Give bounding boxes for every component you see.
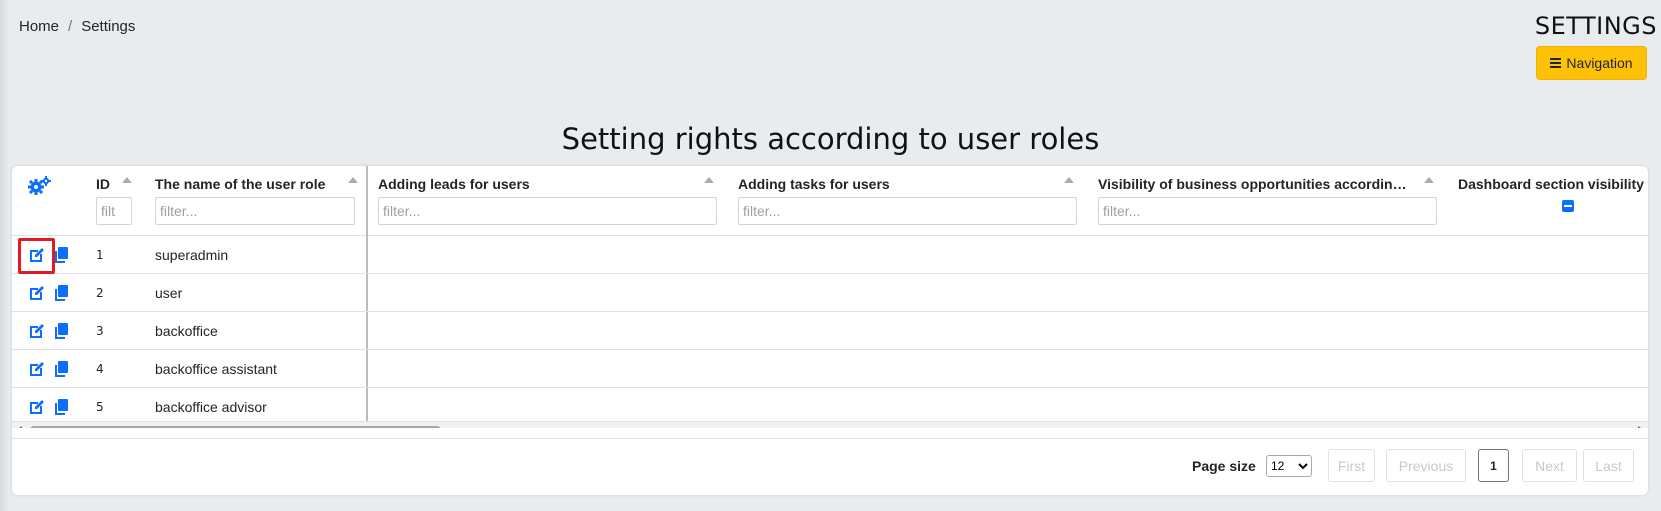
column-dashboard-visibility-title[interactable]: Dashboard section visibility — [1458, 176, 1648, 192]
column-adding-tasks: Adding tasks for users — [738, 166, 1078, 236]
column-role-name: The name of the user role — [155, 166, 360, 236]
role-id: 1 — [96, 248, 104, 262]
current-page-button[interactable]: 1 — [1478, 449, 1509, 482]
role-name: superadmin — [155, 247, 229, 263]
column-business-visibility: Visibility of business opportunities acc… — [1098, 166, 1438, 236]
column-adding-leads: Adding leads for users — [378, 166, 718, 236]
copy-icon[interactable] — [53, 284, 71, 302]
edit-icon[interactable] — [28, 398, 46, 416]
navigation-button-label: Navigation — [1566, 55, 1633, 71]
column-adding-tasks-title[interactable]: Adding tasks for users — [738, 176, 1048, 192]
page-size-label: Page size — [1192, 458, 1256, 474]
next-page-button[interactable]: Next — [1522, 449, 1577, 482]
copy-icon[interactable] — [53, 360, 71, 378]
page-title: Setting rights according to user roles — [561, 122, 1100, 156]
table-header: ID The name of the user role Adding lead… — [12, 166, 1648, 236]
navigation-button[interactable]: Navigation — [1536, 46, 1647, 80]
business-visibility-filter-input[interactable] — [1098, 197, 1437, 225]
table-row: 2 user — [12, 274, 1648, 312]
sort-asc-icon[interactable] — [122, 177, 132, 183]
table-row: 3 backoffice — [12, 312, 1648, 350]
breadcrumb-separator: / — [68, 18, 73, 35]
roles-grid: ID The name of the user role Adding lead… — [12, 166, 1648, 428]
section-title: SETTINGS — [1534, 12, 1657, 40]
id-filter-input[interactable] — [96, 197, 132, 225]
column-role-name-title[interactable]: The name of the user role — [155, 176, 335, 192]
roles-table-card: ID The name of the user role Adding lead… — [12, 166, 1648, 495]
copy-icon[interactable] — [53, 322, 71, 340]
minus-square-icon[interactable] — [1562, 200, 1574, 212]
copy-icon[interactable] — [53, 398, 71, 416]
role-name: backoffice — [155, 323, 218, 339]
column-business-visibility-title[interactable]: Visibility of business opportunities acc… — [1098, 176, 1412, 192]
table-row: 1 superadmin — [12, 236, 1648, 274]
adding-leads-filter-input[interactable] — [378, 197, 717, 225]
gears-icon[interactable] — [28, 176, 52, 196]
last-page-button[interactable]: Last — [1583, 449, 1634, 482]
first-page-button[interactable]: First — [1328, 449, 1375, 482]
breadcrumb-home[interactable]: Home — [19, 18, 59, 35]
copy-icon[interactable] — [53, 246, 71, 264]
column-settings — [28, 166, 52, 236]
column-adding-leads-title[interactable]: Adding leads for users — [378, 176, 688, 192]
sort-asc-icon[interactable] — [1064, 177, 1074, 183]
role-name: user — [155, 285, 183, 301]
edit-icon-highlight — [18, 238, 55, 274]
scroll-left-icon[interactable] — [16, 426, 22, 428]
page-size-select[interactable]: 12 — [1266, 455, 1312, 477]
scrollbar-thumb[interactable] — [30, 426, 441, 428]
sort-asc-icon[interactable] — [348, 177, 358, 183]
edit-icon[interactable] — [28, 284, 46, 302]
horizontal-scrollbar[interactable] — [12, 421, 1648, 428]
edit-icon[interactable] — [28, 360, 46, 378]
column-dashboard-visibility: Dashboard section visibility — [1458, 166, 1648, 236]
page-edge-shadow — [0, 0, 8, 511]
role-name-filter-input[interactable] — [155, 197, 355, 225]
pagination: Page size 12 First Previous 1 Next Last — [12, 438, 1648, 495]
table-row: 4 backoffice assistant — [12, 350, 1648, 388]
role-name: backoffice assistant — [155, 361, 277, 377]
role-id: 3 — [96, 324, 104, 338]
scroll-right-icon[interactable] — [1638, 426, 1644, 428]
previous-page-button[interactable]: Previous — [1386, 449, 1466, 482]
breadcrumb-current: Settings — [81, 18, 136, 35]
edit-icon[interactable] — [28, 322, 46, 340]
role-id: 2 — [96, 286, 104, 300]
sort-asc-icon[interactable] — [704, 177, 714, 183]
bars-icon — [1550, 58, 1562, 68]
sort-asc-icon[interactable] — [1424, 177, 1434, 183]
column-id: ID — [96, 166, 146, 236]
breadcrumb: Home / Settings — [19, 18, 135, 35]
role-id: 4 — [96, 362, 104, 376]
adding-tasks-filter-input[interactable] — [738, 197, 1077, 225]
